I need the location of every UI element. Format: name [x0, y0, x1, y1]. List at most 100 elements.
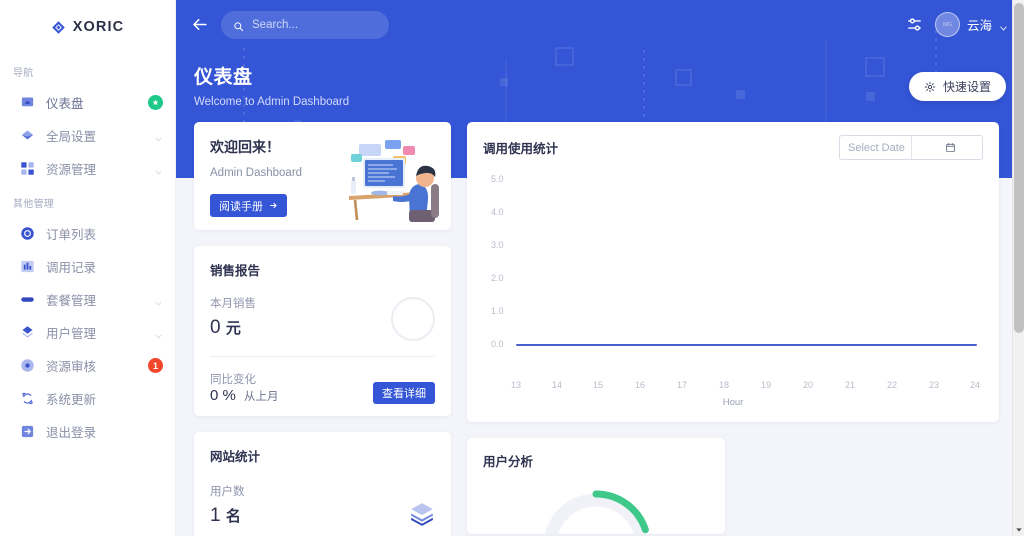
- left-column: 欢迎回来！ Admin Dashboard 阅读手册 销售报告 本月销售 0 元…: [194, 122, 451, 536]
- x-axis-tick: 23: [928, 380, 940, 390]
- bottom-right-spacer: [741, 438, 999, 534]
- sidebar-item-logout[interactable]: 退出登录: [0, 415, 175, 448]
- status-badge-count: 1: [148, 358, 163, 373]
- site-stats-value: 1: [210, 505, 221, 526]
- sidebar-item-label: 退出登录: [46, 426, 97, 440]
- diamond-cube-icon: [51, 20, 66, 35]
- sidebar-item-label: 系统更新: [46, 393, 97, 407]
- sidebar-item-call-records[interactable]: 调用记录: [0, 250, 175, 283]
- read-manual-button[interactable]: 阅读手册: [210, 194, 287, 217]
- usage-chart-card: 调用使用统计 Select Date 5.0 4.0 3.0 2.0 1.0 0…: [467, 122, 999, 422]
- users-icon: [20, 325, 35, 340]
- person-at-desk-illustration: [349, 140, 439, 222]
- gear-icon: [924, 81, 936, 93]
- sales-change-label: 同比变化: [210, 374, 256, 386]
- x-axis-tick: 15: [592, 380, 604, 390]
- user-analysis-title: 用户分析: [483, 455, 534, 469]
- chevron-down-icon: [999, 20, 1008, 31]
- scrollbar-thumb[interactable]: [1014, 3, 1024, 333]
- x-axis-tick: 17: [676, 380, 688, 390]
- user-menu[interactable]: IMG 云海: [934, 12, 1008, 37]
- site-stats-label: 用户数: [210, 486, 245, 498]
- sales-metric-value: 0: [210, 317, 221, 338]
- welcome-subheading: Admin Dashboard: [210, 167, 303, 179]
- search-input[interactable]: Search...: [221, 10, 389, 39]
- bottom-row: 用户分析: [467, 438, 999, 534]
- sliders-icon[interactable]: [906, 16, 923, 33]
- dashboard-content: 欢迎回来！ Admin Dashboard 阅读手册 销售报告 本月销售 0 元…: [176, 122, 1012, 536]
- y-axis-tick: 4.0: [491, 207, 504, 217]
- date-picker-button[interactable]: [910, 136, 983, 159]
- sidebar-item-system-update[interactable]: 系统更新: [0, 382, 175, 415]
- site-stats-metric: 用户数 1 名: [210, 483, 245, 527]
- page-scrollbar[interactable]: [1012, 0, 1024, 536]
- date-picker-placeholder: Select Date: [848, 141, 905, 154]
- brand-name: XORIC: [72, 19, 125, 35]
- date-picker[interactable]: Select Date: [839, 135, 983, 160]
- review-icon: [20, 358, 35, 373]
- welcome-heading: 欢迎回来！: [210, 139, 280, 155]
- grid-icon: [20, 161, 35, 176]
- dashboard-icon: [20, 95, 35, 110]
- arrow-left-collapse-icon[interactable]: [190, 15, 209, 34]
- x-axis-tick: 14: [551, 380, 563, 390]
- bar-chart-icon: [20, 259, 35, 274]
- x-axis-tick: 19: [760, 380, 772, 390]
- sidebar-item-label: 订单列表: [46, 228, 97, 242]
- user-analysis-card: 用户分析: [467, 438, 725, 534]
- sidebar-item-global-settings[interactable]: 全局设置: [0, 119, 175, 152]
- user-analysis-donut: [540, 490, 652, 534]
- avatar: IMG: [934, 12, 960, 37]
- sidebar-item-dashboard[interactable]: 仪表盘: [0, 86, 175, 119]
- sidebar-item-label: 仪表盘: [46, 97, 84, 111]
- divider: [210, 356, 435, 357]
- site-stats-value-wrap: 1 名: [210, 505, 245, 527]
- sales-change-row: 同比变化 0 % 从上月 查看详细: [210, 371, 435, 404]
- sidebar-item-label: 资源管理: [46, 163, 97, 177]
- brand-logo[interactable]: XORIC: [0, 0, 175, 54]
- sidebar-item-resource-management[interactable]: 资源管理: [0, 152, 175, 185]
- quick-settings-button[interactable]: 快速设置: [908, 72, 1006, 101]
- view-detail-label: 查看详细: [382, 388, 426, 400]
- x-axis-tick: 18: [718, 380, 730, 390]
- y-axis-tick: 2.0: [491, 273, 504, 283]
- x-axis-tick: 21: [844, 380, 856, 390]
- read-manual-label: 阅读手册: [219, 200, 263, 213]
- y-axis-tick: 1.0: [491, 306, 504, 316]
- calendar-icon: [946, 142, 956, 153]
- arrow-right-icon: [270, 202, 277, 209]
- sales-report-title: 销售报告: [210, 264, 261, 278]
- status-badge-star: [148, 95, 163, 110]
- page-subtitle: Welcome to Admin Dashboard: [194, 96, 350, 108]
- sales-change-value: 0: [210, 387, 219, 404]
- x-axis-tick: 24: [969, 380, 981, 390]
- sales-metric: 本月销售 0 元: [210, 295, 256, 339]
- sidebar-item-package-management[interactable]: 套餐管理: [0, 283, 175, 316]
- chevron-down-icon: [154, 295, 163, 306]
- sidebar-item-resource-review[interactable]: 资源审核 1: [0, 349, 175, 382]
- usage-line-chart: 5.0 4.0 3.0 2.0 1.0 0.0 13 14 15 16 17 1…: [483, 164, 983, 412]
- caret-down-icon[interactable]: [1013, 524, 1024, 536]
- sales-change: 同比变化 0 % 从上月: [210, 371, 279, 404]
- y-axis-tick: 5.0: [491, 174, 504, 184]
- chevron-down-icon: [154, 131, 163, 142]
- site-stats-unit: 名: [225, 508, 241, 525]
- page-title: 仪表盘: [194, 67, 253, 88]
- search-placeholder: Search...: [252, 18, 299, 31]
- hero-titles: 仪表盘 Welcome to Admin Dashboard: [176, 49, 1024, 108]
- x-axis-tick: 22: [886, 380, 898, 390]
- chevron-down-icon: [154, 164, 163, 175]
- x-axis-tick: 16: [634, 380, 646, 390]
- site-stats-title: 网站统计: [210, 450, 261, 464]
- sales-change-suffix: 从上月: [244, 391, 279, 403]
- logout-icon: [20, 424, 35, 439]
- sidebar-item-order-list[interactable]: 订单列表: [0, 217, 175, 250]
- series-line-usage: [516, 344, 977, 346]
- sales-metric-value-wrap: 0 元: [210, 317, 256, 339]
- chevron-down-icon: [154, 328, 163, 339]
- sidebar-item-user-management[interactable]: 用户管理: [0, 316, 175, 349]
- view-detail-button[interactable]: 查看详细: [373, 382, 435, 404]
- topbar: Search... IMG 云海: [176, 0, 1024, 49]
- sidebar-item-label: 资源审核: [46, 360, 97, 374]
- sales-change-value-wrap: 0 % 从上月: [210, 387, 279, 404]
